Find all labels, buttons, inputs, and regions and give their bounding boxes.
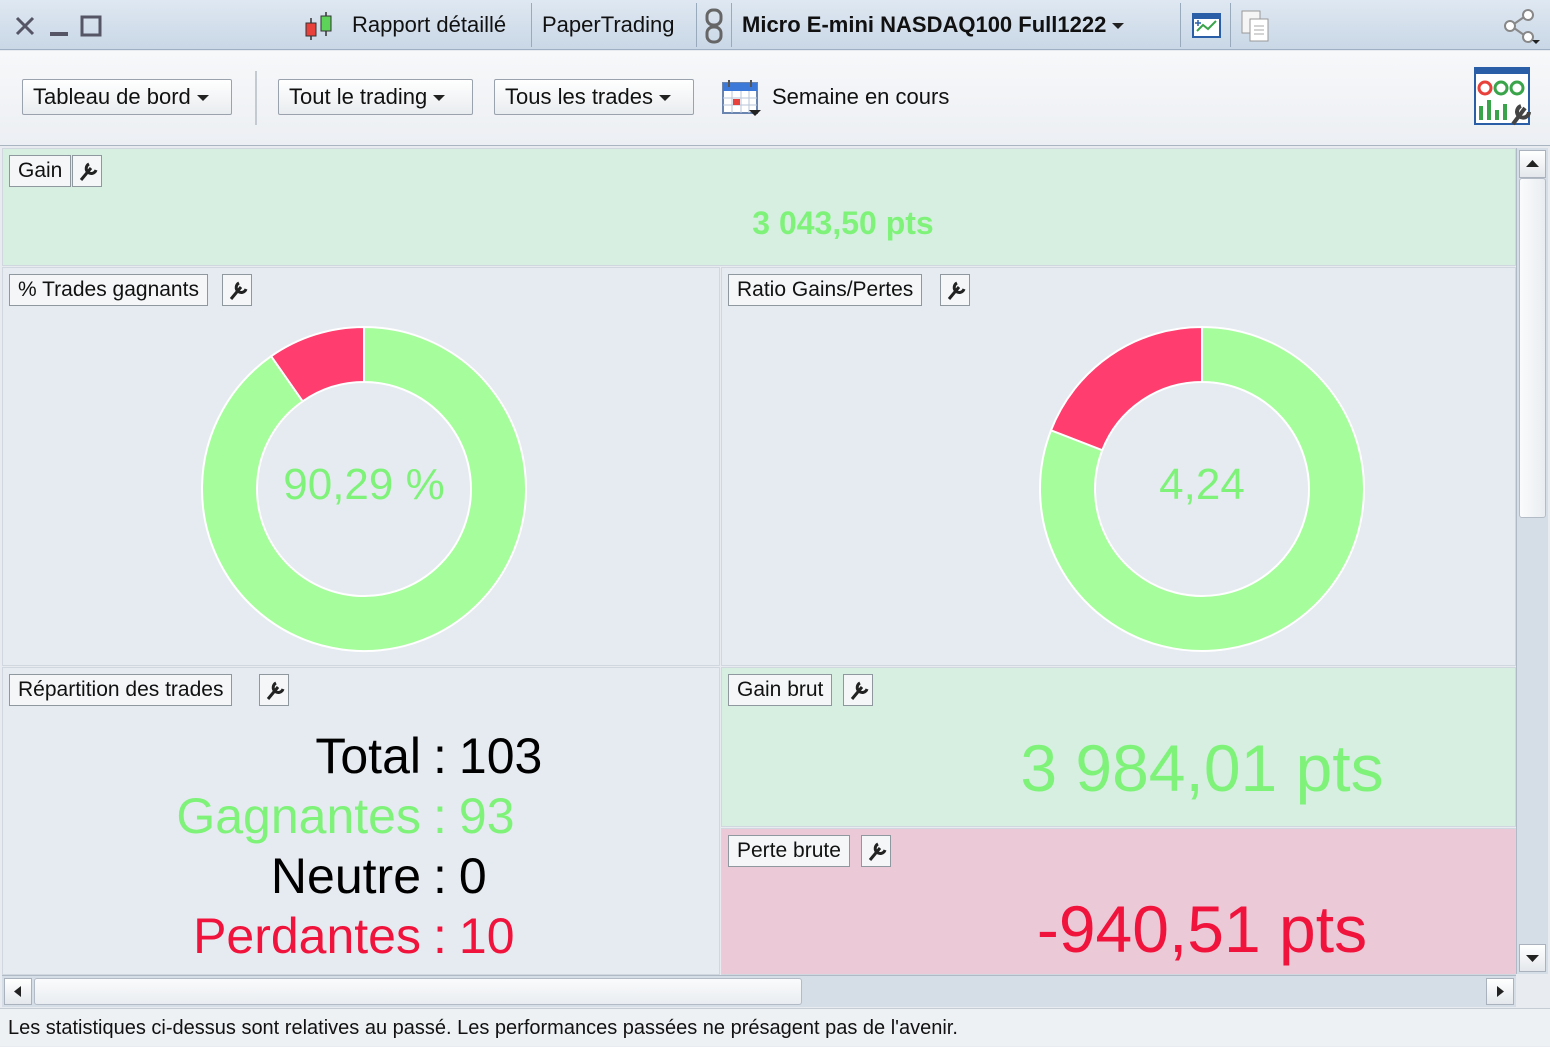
repartition-panel: Répartition des trades Total:103 Gagnant… xyxy=(2,667,720,975)
vertical-scroll-thumb[interactable] xyxy=(1519,178,1546,518)
losers-label: Perdantes xyxy=(193,908,421,964)
arrow-right-icon xyxy=(1497,986,1504,997)
vertical-scrollbar[interactable] xyxy=(1516,148,1548,974)
gain-value: 3 043,50 pts xyxy=(752,205,934,241)
win-percent-title: % Trades gagnants xyxy=(9,274,208,306)
chevron-down-icon xyxy=(196,95,209,102)
period-label[interactable]: Semaine en cours xyxy=(772,79,949,115)
gain-title: Gain xyxy=(9,155,72,187)
wrench-icon[interactable] xyxy=(222,274,252,306)
toolbar: Tableau de bord Tout le trading Tous les… xyxy=(0,51,1550,146)
trades-select[interactable]: Tous les trades xyxy=(494,79,694,115)
horizontal-scrollbar[interactable] xyxy=(2,975,1516,1007)
list-item: Total:103 xyxy=(3,726,719,786)
win-percent-value: 90,29 % xyxy=(283,460,445,509)
view-select[interactable]: Tableau de bord xyxy=(22,79,232,115)
wrench-icon[interactable] xyxy=(259,674,289,706)
winners-value: 93 xyxy=(458,788,515,844)
instrument-label: Micro E-mini NASDAQ100 Full1222 xyxy=(742,12,1107,37)
gross-gain-panel: Gain brut 3 984,01 pts xyxy=(721,667,1516,827)
chevron-down-icon xyxy=(433,95,446,102)
scroll-left-button[interactable] xyxy=(4,978,32,1005)
wrench-icon[interactable] xyxy=(843,674,873,706)
repartition-list: Total:103 Gagnantes:93 Neutre:0 Perdante… xyxy=(3,726,719,966)
arrow-up-icon xyxy=(1526,160,1539,167)
scroll-down-button[interactable] xyxy=(1519,944,1546,972)
list-item: Perdantes:10 xyxy=(3,906,719,966)
total-value: 103 xyxy=(458,728,543,784)
ratio-value: 4,24 xyxy=(1159,460,1245,509)
gross-gain-title: Gain brut xyxy=(728,674,833,706)
status-bar: Les statistiques ci-dessus sont relative… xyxy=(0,1008,1550,1046)
list-item: Neutre:0 xyxy=(3,846,719,906)
gross-gain-value: 3 984,01 pts xyxy=(1020,731,1384,805)
horizontal-scroll-thumb[interactable] xyxy=(34,978,802,1005)
account-button[interactable]: PaperTrading xyxy=(542,0,674,50)
view-select-label: Tableau de bord xyxy=(33,84,191,109)
maximize-icon[interactable] xyxy=(80,15,102,37)
gain-panel: Gain 3 043,50 pts xyxy=(2,148,1516,266)
disclaimer-text: Les statistiques ci-dessus sont relative… xyxy=(8,1017,958,1039)
chevron-down-icon xyxy=(1112,23,1125,30)
gross-loss-title: Perte brute xyxy=(728,835,850,867)
title-bar: Rapport détaillé PaperTrading Micro E-mi… xyxy=(0,0,1550,50)
win-percent-panel: % Trades gagnants 90,29 % xyxy=(2,267,720,666)
trading-select-label: Tout le trading xyxy=(289,84,428,109)
wrench-icon[interactable] xyxy=(940,274,970,306)
trading-select[interactable]: Tout le trading xyxy=(278,79,473,115)
arrow-left-icon xyxy=(14,986,21,997)
ratio-loss-slice xyxy=(1049,325,1203,452)
arrow-down-icon xyxy=(1526,955,1539,962)
link-icon[interactable] xyxy=(703,8,725,44)
ratio-panel: Ratio Gains/Pertes 4,24 xyxy=(721,267,1516,666)
repartition-title: Répartition des trades xyxy=(9,674,233,706)
gross-loss-panel: Perte brute -940,51 pts xyxy=(721,828,1516,975)
ratio-title: Ratio Gains/Pertes xyxy=(728,274,923,306)
losers-value: 10 xyxy=(458,908,515,964)
report-button[interactable]: Rapport détaillé xyxy=(352,0,506,50)
chevron-down-icon xyxy=(658,95,671,102)
neutral-value: 0 xyxy=(458,848,487,904)
minimize-icon[interactable] xyxy=(48,15,70,37)
add-chart-icon[interactable] xyxy=(1192,11,1222,39)
total-label: Total xyxy=(315,728,421,784)
instrument-selector[interactable]: Micro E-mini NASDAQ100 Full1222 xyxy=(742,0,1125,50)
neutral-label: Neutre xyxy=(270,848,421,904)
winners-label: Gagnantes xyxy=(176,788,421,844)
gross-loss-value: -940,51 pts xyxy=(1036,892,1368,966)
wrench-icon[interactable] xyxy=(861,835,891,867)
scroll-up-button[interactable] xyxy=(1519,150,1546,178)
dashboard-settings-icon[interactable] xyxy=(1473,66,1533,130)
share-icon[interactable] xyxy=(1502,8,1542,44)
copy-document-icon[interactable] xyxy=(1240,9,1272,43)
candlestick-icon xyxy=(305,12,332,40)
list-item: Gagnantes:93 xyxy=(3,786,719,846)
scroll-right-button[interactable] xyxy=(1486,978,1514,1005)
close-icon[interactable] xyxy=(14,15,36,37)
trades-select-label: Tous les trades xyxy=(505,84,653,109)
calendar-icon[interactable] xyxy=(721,78,763,118)
wrench-icon[interactable] xyxy=(72,155,102,187)
